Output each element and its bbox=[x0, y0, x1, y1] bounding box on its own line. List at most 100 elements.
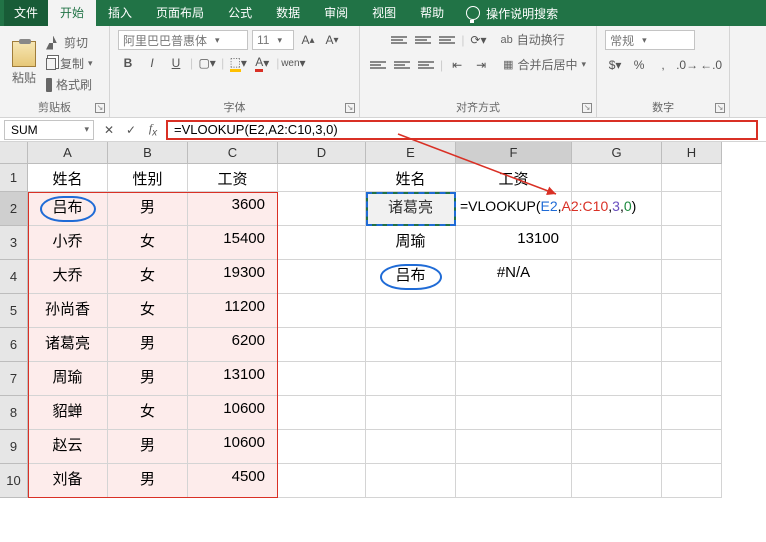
tell-me-search[interactable]: 操作说明搜索 bbox=[456, 5, 568, 22]
cell[interactable] bbox=[366, 362, 456, 396]
cell[interactable]: 4500 bbox=[188, 464, 278, 498]
cell[interactable] bbox=[278, 260, 366, 294]
cell[interactable] bbox=[278, 294, 366, 328]
cell[interactable]: 大乔 bbox=[28, 260, 108, 294]
decrease-font-button[interactable]: A▾ bbox=[322, 31, 342, 49]
cell[interactable] bbox=[456, 328, 572, 362]
cell[interactable] bbox=[456, 192, 572, 226]
cell[interactable]: 诸葛亮 bbox=[366, 192, 456, 226]
cell[interactable] bbox=[572, 226, 662, 260]
tab-help[interactable]: 帮助 bbox=[408, 0, 456, 26]
cell[interactable] bbox=[662, 294, 722, 328]
cell[interactable]: 周瑜 bbox=[28, 362, 108, 396]
row-header[interactable]: 2 bbox=[0, 192, 28, 226]
tab-view[interactable]: 视图 bbox=[360, 0, 408, 26]
cell[interactable] bbox=[662, 362, 722, 396]
cell[interactable]: 女 bbox=[108, 396, 188, 430]
cell[interactable] bbox=[572, 164, 662, 192]
worksheet[interactable]: ABCDEFGH1姓名性别工资姓名工资2吕布男3600诸葛亮3小乔女15400周… bbox=[0, 142, 766, 498]
cell[interactable] bbox=[572, 430, 662, 464]
cell[interactable]: 男 bbox=[108, 328, 188, 362]
formula-input[interactable]: =VLOOKUP(E2,A2:C10,3,0) bbox=[166, 120, 758, 140]
cell[interactable]: 男 bbox=[108, 362, 188, 396]
cell[interactable] bbox=[662, 328, 722, 362]
cell[interactable] bbox=[662, 430, 722, 464]
cell[interactable]: 姓名 bbox=[366, 164, 456, 192]
cell[interactable] bbox=[572, 362, 662, 396]
row-header[interactable]: 6 bbox=[0, 328, 28, 362]
cell[interactable]: 13100 bbox=[456, 226, 572, 260]
row-header[interactable]: 7 bbox=[0, 362, 28, 396]
accounting-format-button[interactable]: $▾ bbox=[605, 56, 625, 74]
cell[interactable] bbox=[278, 226, 366, 260]
percent-format-button[interactable]: % bbox=[629, 56, 649, 74]
cell[interactable]: 工资 bbox=[456, 164, 572, 192]
column-header[interactable]: D bbox=[278, 142, 366, 164]
tab-insert[interactable]: 插入 bbox=[96, 0, 144, 26]
cell[interactable] bbox=[572, 328, 662, 362]
name-box[interactable]: SUM ▾ bbox=[4, 120, 94, 140]
cell[interactable] bbox=[278, 464, 366, 498]
column-header[interactable]: C bbox=[188, 142, 278, 164]
cell[interactable] bbox=[572, 192, 662, 226]
cell[interactable]: 吕布 bbox=[28, 192, 108, 226]
copy-button[interactable]: 复制 ▾ bbox=[44, 54, 95, 73]
cell[interactable]: 刘备 bbox=[28, 464, 108, 498]
column-header[interactable]: E bbox=[366, 142, 456, 164]
row-header[interactable]: 9 bbox=[0, 430, 28, 464]
column-header[interactable]: G bbox=[572, 142, 662, 164]
increase-indent-button[interactable]: ⇥ bbox=[471, 56, 491, 74]
phonetic-button[interactable]: wen▾ bbox=[283, 54, 303, 72]
increase-decimal-button[interactable]: .0→ bbox=[677, 56, 697, 74]
row-header[interactable]: 10 bbox=[0, 464, 28, 498]
cell[interactable] bbox=[456, 464, 572, 498]
cell[interactable] bbox=[662, 464, 722, 498]
row-header[interactable]: 1 bbox=[0, 164, 28, 192]
cell[interactable]: 赵云 bbox=[28, 430, 108, 464]
italic-button[interactable]: I bbox=[142, 54, 162, 72]
cell[interactable] bbox=[366, 464, 456, 498]
column-header[interactable]: A bbox=[28, 142, 108, 164]
tab-home[interactable]: 开始 bbox=[48, 0, 96, 26]
align-bottom-button[interactable] bbox=[437, 31, 457, 49]
cell[interactable] bbox=[456, 430, 572, 464]
cell[interactable] bbox=[278, 328, 366, 362]
align-right-button[interactable] bbox=[416, 56, 436, 74]
number-format-combo[interactable]: 常规 ▾ bbox=[605, 30, 695, 50]
font-name-combo[interactable]: 阿里巴巴普惠体 ▾ bbox=[118, 30, 248, 50]
align-center-button[interactable] bbox=[392, 56, 412, 74]
column-header[interactable]: F bbox=[456, 142, 572, 164]
increase-font-button[interactable]: A▴ bbox=[298, 31, 318, 49]
cell[interactable]: 6200 bbox=[188, 328, 278, 362]
number-dialog-launcher[interactable]: ↘ bbox=[715, 103, 725, 113]
cell[interactable] bbox=[456, 362, 572, 396]
cell[interactable]: 女 bbox=[108, 294, 188, 328]
cell[interactable] bbox=[662, 164, 722, 192]
underline-button[interactable]: U bbox=[166, 54, 186, 72]
cell[interactable]: 诸葛亮 bbox=[28, 328, 108, 362]
cell[interactable]: 男 bbox=[108, 464, 188, 498]
decrease-decimal-button[interactable]: ←.0 bbox=[701, 56, 721, 74]
row-header[interactable]: 5 bbox=[0, 294, 28, 328]
comma-format-button[interactable]: , bbox=[653, 56, 673, 74]
font-color-button[interactable]: A▾ bbox=[252, 54, 272, 72]
file-tab[interactable]: 文件 bbox=[4, 0, 48, 26]
font-size-combo[interactable]: 11 ▾ bbox=[252, 30, 294, 50]
tab-data[interactable]: 数据 bbox=[264, 0, 312, 26]
tab-pagelayout[interactable]: 页面布局 bbox=[144, 0, 216, 26]
cell[interactable]: 孙尚香 bbox=[28, 294, 108, 328]
cell[interactable]: 性别 bbox=[108, 164, 188, 192]
align-top-button[interactable] bbox=[389, 31, 409, 49]
select-all-corner[interactable] bbox=[0, 142, 28, 164]
column-header[interactable]: H bbox=[662, 142, 722, 164]
enter-button[interactable]: ✓ bbox=[120, 123, 142, 137]
cell[interactable] bbox=[278, 362, 366, 396]
cell[interactable]: 10600 bbox=[188, 396, 278, 430]
orientation-button[interactable]: ⟳▾ bbox=[468, 31, 488, 49]
row-header[interactable]: 4 bbox=[0, 260, 28, 294]
cell[interactable]: 13100 bbox=[188, 362, 278, 396]
cell[interactable]: 周瑜 bbox=[366, 226, 456, 260]
border-button[interactable]: ▢▾ bbox=[197, 54, 217, 72]
cut-button[interactable]: 剪切 bbox=[44, 33, 95, 52]
font-dialog-launcher[interactable]: ↘ bbox=[345, 103, 355, 113]
